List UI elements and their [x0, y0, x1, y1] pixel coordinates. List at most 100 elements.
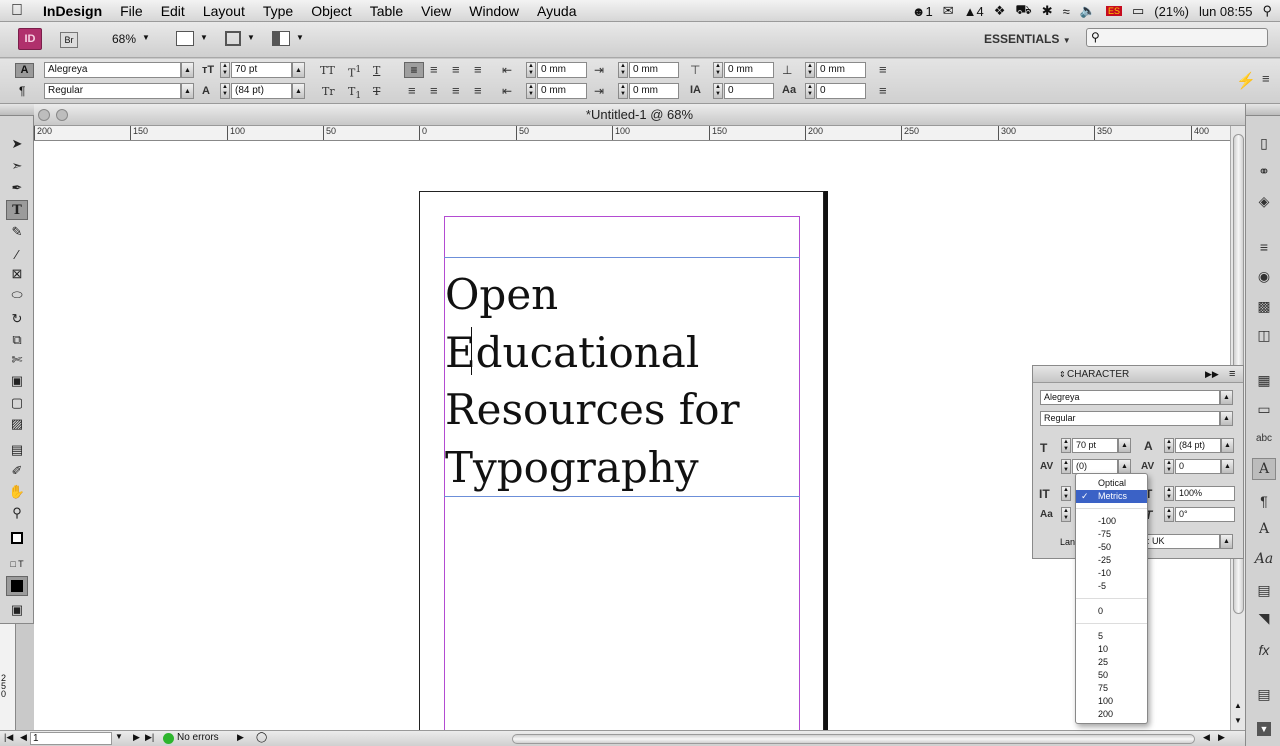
paragraph-panel-icon[interactable]: ¶ [1252, 490, 1276, 512]
font-style-dropdown-icon[interactable]: ▲ [181, 83, 194, 99]
align-center-icon[interactable]: ≡ [430, 62, 438, 77]
character-formatting-icon[interactable]: A [15, 63, 34, 78]
char-kerning-dropdown-icon[interactable]: ▲ [1118, 459, 1131, 474]
last-line-indent-field[interactable]: 0 mm [629, 83, 679, 99]
kerning-option[interactable]: 10 [1076, 643, 1147, 656]
char-leading-dropdown-icon[interactable]: ▲ [1221, 438, 1234, 453]
layers-panel-icon[interactable]: ◈ [1252, 190, 1276, 212]
clock[interactable]: lun 08:55 [1199, 4, 1253, 19]
input-flag-icon[interactable]: ES [1105, 6, 1122, 16]
pen-tool-icon[interactable]: ✒ [6, 178, 28, 198]
kerning-option[interactable]: 0 [1076, 605, 1147, 618]
justify-right-icon[interactable]: ≡ [452, 83, 460, 98]
document-title-bar[interactable]: *Untitled-1 @ 68% [34, 104, 1245, 126]
first-line-indent-stepper[interactable]: ▲ ▼ [526, 83, 536, 99]
battery-icon[interactable]: ▭ [1132, 3, 1144, 19]
char-skew-stepper[interactable]: ▲ ▼ [1164, 507, 1174, 522]
menu-help[interactable]: Ayuda [528, 0, 585, 22]
align-panel-icon[interactable]: ◫ [1252, 324, 1276, 346]
open-file-icon[interactable]: ◯ [256, 732, 267, 743]
truck-icon[interactable]: ⛟ [1015, 2, 1031, 20]
fill-stroke-icon[interactable] [6, 528, 28, 548]
gradient-panel-icon[interactable]: ▭ [1252, 398, 1276, 420]
bluetooth-icon[interactable]: ✱ [1042, 3, 1053, 19]
first-line-indent-field[interactable]: 0 mm [537, 83, 587, 99]
bridge-button[interactable]: Br [60, 32, 78, 48]
kerning-option[interactable]: 25 [1076, 656, 1147, 669]
volume-icon[interactable]: 🔈 [1080, 3, 1096, 19]
char-kerning-field[interactable]: (0) [1072, 459, 1118, 474]
space-before-stepper[interactable]: ▲ ▼ [713, 62, 723, 78]
info-panel-icon[interactable]: ▤ [1252, 683, 1276, 705]
character-panel-icon[interactable]: A [1252, 458, 1276, 480]
quick-apply-icon[interactable]: ⚡ [1236, 71, 1256, 91]
menu-file[interactable]: File [111, 0, 152, 22]
left-indent-field[interactable]: 0 mm [537, 62, 587, 78]
document-page[interactable]: Open Educational Resources for Typograph… [419, 191, 824, 730]
scroll-left-icon[interactable]: ◀ [1203, 732, 1210, 743]
char-kerning-stepper[interactable]: ▲ ▼ [1061, 459, 1071, 474]
char-vertical-scale-stepper[interactable]: ▲ ▼ [1061, 486, 1071, 501]
menu-table[interactable]: Table [361, 0, 412, 22]
scale-tool-icon[interactable]: ⧉ [6, 330, 28, 350]
char-font-style[interactable]: Regular [1040, 411, 1220, 426]
preflight-status[interactable]: No errors [177, 732, 219, 743]
kerning-option[interactable]: -100 [1076, 515, 1147, 528]
char-baseline-shift-stepper[interactable]: ▲ ▼ [1061, 507, 1071, 522]
char-leading-field[interactable]: (84 pt) [1175, 438, 1221, 453]
spotlight-icon[interactable]: ⚲ [1262, 3, 1272, 19]
leading-stepper[interactable]: ▲ ▼ [220, 83, 230, 99]
char-font-family-dropdown-icon[interactable]: ▲ [1220, 390, 1233, 405]
zoom-chevron-down-icon[interactable]: ▼ [142, 33, 150, 42]
underline-icon[interactable]: T [373, 64, 380, 77]
free-transform-tool-icon[interactable]: ▣ [6, 371, 28, 391]
type-tool-icon[interactable]: T [6, 200, 28, 220]
rotate-tool-icon[interactable]: ↻ [6, 309, 28, 329]
char-language-dropdown-icon[interactable]: ▲ [1220, 534, 1233, 549]
paragraph-formatting-icon[interactable]: ¶ [19, 84, 25, 98]
kerning-option-metrics[interactable]: ✓ Metrics [1076, 490, 1147, 503]
char-leading-stepper[interactable]: ▲ ▼ [1164, 438, 1174, 453]
character-styles-icon[interactable]: A [1252, 518, 1276, 540]
char-tracking-dropdown-icon[interactable]: ▲ [1221, 459, 1234, 474]
panel-expand-icon[interactable]: ▶▶ [1205, 366, 1219, 383]
formatting-affects-icon[interactable]: □ T [6, 554, 28, 574]
eyedropper-tool-icon[interactable]: ✐ [6, 461, 28, 481]
links-panel-icon[interactable]: ⚭ [1252, 160, 1276, 182]
kerning-option[interactable]: 100 [1076, 695, 1147, 708]
zoom-tool-icon[interactable]: ⚲ [6, 503, 28, 523]
horizontal-scroll-thumb[interactable] [512, 734, 1195, 744]
right-indent-field[interactable]: 0 mm [629, 62, 679, 78]
note-tool-icon[interactable]: ▤ [6, 440, 28, 460]
right-indent-stepper[interactable]: ▲ ▼ [618, 62, 628, 78]
view-options-icon[interactable] [176, 31, 194, 46]
page-dropdown-icon[interactable]: ▼ [115, 732, 123, 741]
pathfinder-panel-icon[interactable]: ◥ [1252, 607, 1276, 629]
view-options-chevron-icon[interactable]: ▼ [200, 33, 208, 42]
minimize-window-icon[interactable] [56, 109, 68, 121]
char-font-family[interactable]: Alegreya [1040, 390, 1220, 405]
small-caps-icon[interactable]: Tr [322, 85, 335, 98]
char-skew-field[interactable]: 0° [1175, 507, 1235, 522]
kerning-option-optical[interactable]: Optical [1076, 477, 1147, 490]
dock-collapse-icon[interactable]: ▼ [1257, 722, 1271, 736]
horizontal-ruler[interactable]: 200 150 100 50 0 50 100 150 200 250 300 … [34, 126, 1230, 141]
arrange-documents-icon[interactable] [272, 31, 290, 46]
character-panel-tab[interactable]: ⇕ CHARACTER ▶▶ ≡ [1033, 366, 1243, 383]
scissors-tool-icon[interactable]: ✄ [6, 350, 28, 370]
color-panel-icon[interactable]: ◉ [1252, 265, 1276, 287]
screen-mode-icon[interactable] [225, 31, 241, 46]
page-number-field[interactable]: 1 [30, 732, 112, 745]
superscript-icon[interactable]: T1 [348, 64, 361, 80]
kerning-option[interactable]: -5 [1076, 580, 1147, 593]
dropbox-icon[interactable]: ❖ [994, 3, 1006, 19]
char-size-dropdown-icon[interactable]: ▲ [1118, 438, 1131, 453]
kerning-option[interactable]: 50 [1076, 669, 1147, 682]
mail-icon[interactable]: ✉ [943, 3, 954, 19]
font-family-dropdown-icon[interactable]: ▲ [181, 62, 194, 78]
strikethrough-icon[interactable]: T [373, 85, 380, 98]
glyphs-panel-icon[interactable]: Aa [1252, 548, 1276, 570]
space-before-field[interactable]: 0 mm [724, 62, 774, 78]
char-horizontal-scale-field[interactable]: 100% [1175, 486, 1235, 501]
selection-tool-icon[interactable]: ➤ [6, 134, 28, 154]
